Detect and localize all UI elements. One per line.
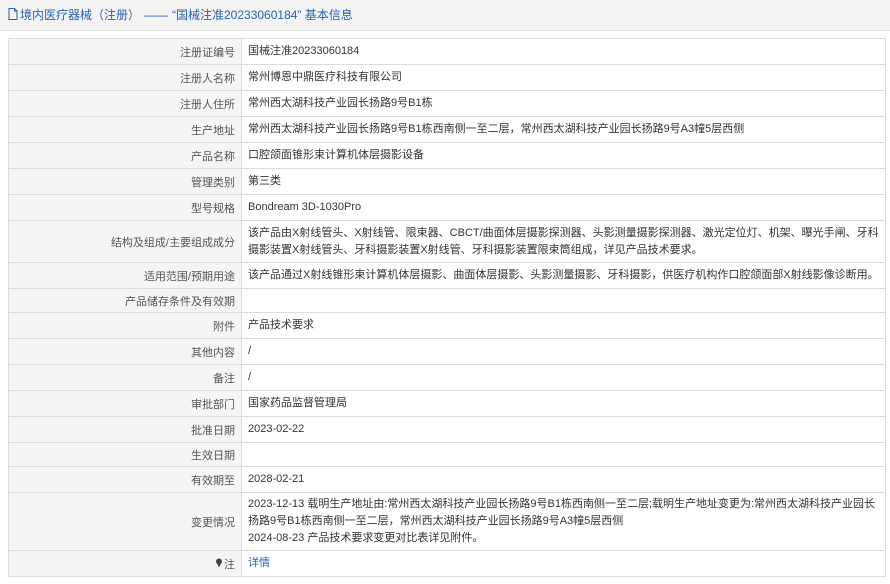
table-row: 结构及组成/主要组成成分 该产品由X射线管头、X射线管、限束器、CBCT/曲面体…: [8, 220, 886, 263]
row-label: 其他内容: [8, 338, 242, 365]
table-row-note: 注 详情: [8, 550, 886, 577]
row-value: 常州博恩中鼎医疗科技有限公司: [241, 64, 886, 91]
row-value: 产品技术要求: [241, 312, 886, 339]
table-row: 产品储存条件及有效期: [8, 288, 886, 313]
row-value: /: [241, 338, 886, 365]
table-row: 注册人名称 常州博恩中鼎医疗科技有限公司: [8, 64, 886, 91]
table-row: 生产地址 常州西太湖科技产业园长扬路9号B1栋西南侧一至二层，常州西太湖科技产业…: [8, 116, 886, 143]
row-value: 2023-02-22: [241, 416, 886, 443]
table-row: 注册证编号 国械注准20233060184: [8, 38, 886, 65]
header-separator: ——: [144, 8, 169, 22]
row-label: 审批部门: [8, 390, 242, 417]
row-value: 第三类: [241, 168, 886, 195]
table-row: 审批部门 国家药品监督管理局: [8, 390, 886, 417]
row-value: [241, 442, 886, 467]
row-label: 附件: [8, 312, 242, 339]
row-label: 结构及组成/主要组成成分: [8, 220, 242, 263]
row-value: 常州西太湖科技产业园长扬路9号B1栋: [241, 90, 886, 117]
note-value: 详情: [241, 550, 886, 577]
table-row-change: 变更情况 2023-12-13 载明生产地址由:常州西太湖科技产业园长扬路9号B…: [8, 492, 886, 551]
document-icon: [8, 1, 18, 31]
row-value: 国械注准20233060184: [241, 38, 886, 65]
details-link[interactable]: 详情: [248, 557, 270, 569]
row-label: 注册人住所: [8, 90, 242, 117]
row-label: 适用范围/预期用途: [8, 262, 242, 289]
table-row: 型号规格 Bondream 3D-1030Pro: [8, 194, 886, 221]
row-value: /: [241, 364, 886, 391]
row-label: 有效期至: [8, 466, 242, 493]
row-value: 口腔颌面锥形束计算机体层摄影设备: [241, 142, 886, 169]
table-row: 批准日期 2023-02-22: [8, 416, 886, 443]
row-label: 注册人名称: [8, 64, 242, 91]
change-history: 2023-12-13 载明生产地址由:常州西太湖科技产业园长扬路9号B1栋西南侧…: [241, 492, 886, 551]
row-label: 产品储存条件及有效期: [8, 288, 242, 313]
table-row: 附件 产品技术要求: [8, 312, 886, 339]
table-row: 有效期至 2028-02-21: [8, 466, 886, 493]
table-row: 管理类别 第三类: [8, 168, 886, 195]
row-value: 国家药品监督管理局: [241, 390, 886, 417]
row-value: [241, 288, 886, 313]
row-label: 备注: [8, 364, 242, 391]
change-entry: 2023-12-13 载明生产地址由:常州西太湖科技产业园长扬路9号B1栋西南侧…: [248, 498, 876, 527]
row-label: 变更情况: [8, 492, 242, 551]
header-section: 境内医疗器械（注册）: [20, 8, 141, 22]
pin-icon: [215, 558, 223, 571]
row-label: 产品名称: [8, 142, 242, 169]
table-row: 其他内容 /: [8, 338, 886, 365]
info-table: 注册证编号 国械注准20233060184 注册人名称 常州博恩中鼎医疗科技有限…: [8, 38, 886, 577]
row-label: 管理类别: [8, 168, 242, 195]
row-value: 常州西太湖科技产业园长扬路9号B1栋西南侧一至二层，常州西太湖科技产业园长扬路9…: [241, 116, 886, 143]
table-row: 注册人住所 常州西太湖科技产业园长扬路9号B1栋: [8, 90, 886, 117]
row-label: 生产地址: [8, 116, 242, 143]
row-value: 该产品由X射线管头、X射线管、限束器、CBCT/曲面体层摄影探测器、头影测量摄影…: [241, 220, 886, 263]
row-label: 批准日期: [8, 416, 242, 443]
table-row: 备注 /: [8, 364, 886, 391]
note-label: 注: [224, 558, 235, 571]
row-value: 该产品通过X射线锥形束计算机体层摄影、曲面体层摄影、头影测量摄影、牙科摄影，供医…: [241, 262, 886, 289]
table-row: 生效日期: [8, 442, 886, 467]
table-row: 产品名称 口腔颌面锥形束计算机体层摄影设备: [8, 142, 886, 169]
change-entry: 2024-08-23 产品技术要求变更对比表详见附件。: [248, 532, 484, 544]
row-label: 型号规格: [8, 194, 242, 221]
note-label-cell: 注: [8, 550, 242, 577]
page-title: “国械注准20233060184” 基本信息: [172, 8, 353, 22]
row-value: 2028-02-21: [241, 466, 886, 493]
row-label: 生效日期: [8, 442, 242, 467]
row-label: 注册证编号: [8, 38, 242, 65]
page-header: 境内医疗器械（注册） —— “国械注准20233060184” 基本信息: [0, 0, 890, 31]
table-row: 适用范围/预期用途 该产品通过X射线锥形束计算机体层摄影、曲面体层摄影、头影测量…: [8, 262, 886, 289]
row-value: Bondream 3D-1030Pro: [241, 194, 886, 221]
